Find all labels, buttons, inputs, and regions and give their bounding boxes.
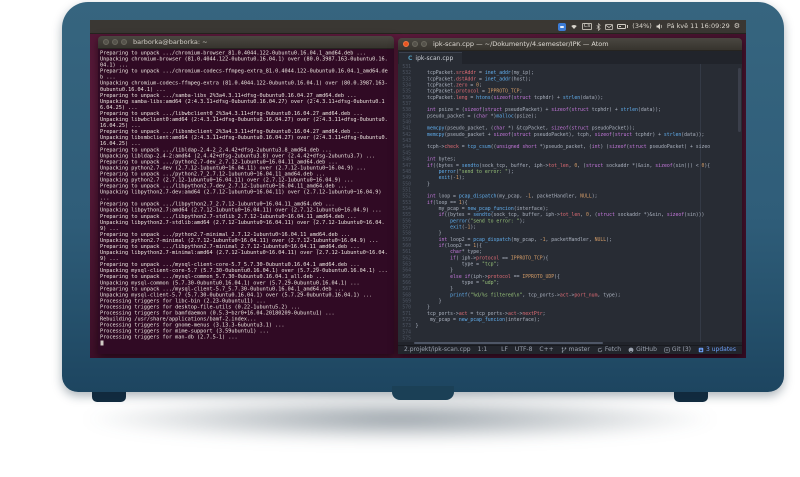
sync-icon	[597, 347, 603, 353]
code-line: 544 tcph->check = tcp_csum((unsigned sho…	[398, 144, 742, 150]
terminal-body[interactable]: Preparing to unpack .../chromium-browser…	[98, 49, 394, 354]
code-line: 575	[398, 336, 742, 342]
close-icon[interactable]	[403, 41, 409, 47]
laptop-mockup: Cs (34%) Pá kvě 11 16:09:29 ⚙ barborka@b…	[0, 0, 800, 477]
laptop-body: Cs (34%) Pá kvě 11 16:09:29 ⚙ barborka@b…	[62, 2, 784, 400]
terminal-titlebar[interactable]: barborka@barborka: ~	[98, 36, 394, 49]
mail-icon[interactable]	[605, 23, 614, 30]
status-bar: 2.projekt/ipk-scan.cpp 1:1 LF UTF-8 C++ …	[398, 345, 742, 354]
clock[interactable]: Pá kvě 11 16:09:29	[667, 23, 730, 30]
status-grammar[interactable]: C++	[539, 347, 553, 353]
tab-label: ipk-scan.cpp	[415, 55, 454, 62]
minimize-icon[interactable]	[412, 41, 418, 47]
status-line-ending[interactable]: LF	[501, 347, 508, 353]
code-lines: 531 532 tcpPacket.srcAddr = inet_addr(my_…	[398, 64, 742, 342]
tab-ipk-scan-cpp[interactable]: C ipk-scan.cpp	[399, 52, 463, 64]
close-icon[interactable]	[103, 39, 109, 45]
tab-bar: C ipk-scan.cpp	[398, 51, 742, 64]
cpp-file-icon: C	[408, 55, 413, 62]
status-git-branch[interactable]: master	[561, 347, 590, 353]
code-line: 542 memcpy(pseudo_packet + sizeof(struct…	[398, 132, 742, 138]
terminal-title: barborka@barborka: ~	[133, 38, 208, 46]
terminal-output: Preparing to unpack .../chromium-browser…	[98, 49, 390, 347]
terminal-cursor	[100, 340, 104, 346]
atom-titlebar[interactable]: ipk-scan.cpp — ~/Dokumenty/4.semester/IP…	[398, 38, 742, 51]
minimize-icon[interactable]	[112, 39, 118, 45]
atom-window[interactable]: ipk-scan.cpp — ~/Dokumenty/4.semester/IP…	[398, 38, 742, 354]
atom-window-title: ipk-scan.cpp — ~/Dokumenty/4.semester/IP…	[433, 40, 609, 48]
battery-percent[interactable]: (34%)	[632, 23, 652, 30]
battery-icon[interactable]	[617, 24, 629, 29]
ibus-input-icon[interactable]	[557, 22, 566, 31]
updates-icon	[698, 347, 704, 353]
bluetooth-icon[interactable]	[596, 22, 601, 31]
status-file-path[interactable]: 2.projekt/ipk-scan.cpp	[404, 347, 471, 353]
github-icon	[628, 347, 634, 353]
git-diff-icon	[664, 347, 670, 353]
keyboard-layout-indicator[interactable]: Cs	[581, 22, 593, 31]
top-panel: Cs (34%) Pá kvě 11 16:09:29 ⚙	[90, 20, 746, 34]
status-git-changes[interactable]: Git (3)	[664, 347, 691, 353]
status-cursor-position[interactable]: 1:1	[478, 347, 488, 353]
status-fetch[interactable]: Fetch	[597, 347, 621, 353]
laptop-shadow	[78, 396, 722, 442]
volume-icon[interactable]	[656, 23, 663, 30]
code-editor[interactable]: 531 532 tcpPacket.srcAddr = inet_addr(my_…	[398, 64, 742, 342]
line-number: 575	[402, 335, 411, 342]
screen: Cs (34%) Pá kvě 11 16:09:29 ⚙ barborka@b…	[90, 20, 746, 358]
maximize-icon[interactable]	[121, 39, 127, 45]
terminal-window[interactable]: barborka@barborka: ~ Preparing to unpack…	[98, 36, 394, 354]
vertical-scrollbar[interactable]	[738, 68, 741, 132]
laptop-hinge-notch	[392, 386, 454, 400]
panel-indicators: Cs (34%) Pá kvě 11 16:09:29 ⚙	[557, 22, 746, 31]
status-encoding[interactable]: UTF-8	[515, 347, 533, 353]
maximize-icon[interactable]	[421, 41, 427, 47]
status-github[interactable]: GitHub	[628, 347, 657, 353]
branch-icon	[561, 347, 566, 353]
session-gear-icon[interactable]: ⚙	[734, 23, 740, 30]
wifi-icon[interactable]	[570, 23, 578, 30]
status-updates[interactable]: 3 updates	[698, 347, 736, 353]
